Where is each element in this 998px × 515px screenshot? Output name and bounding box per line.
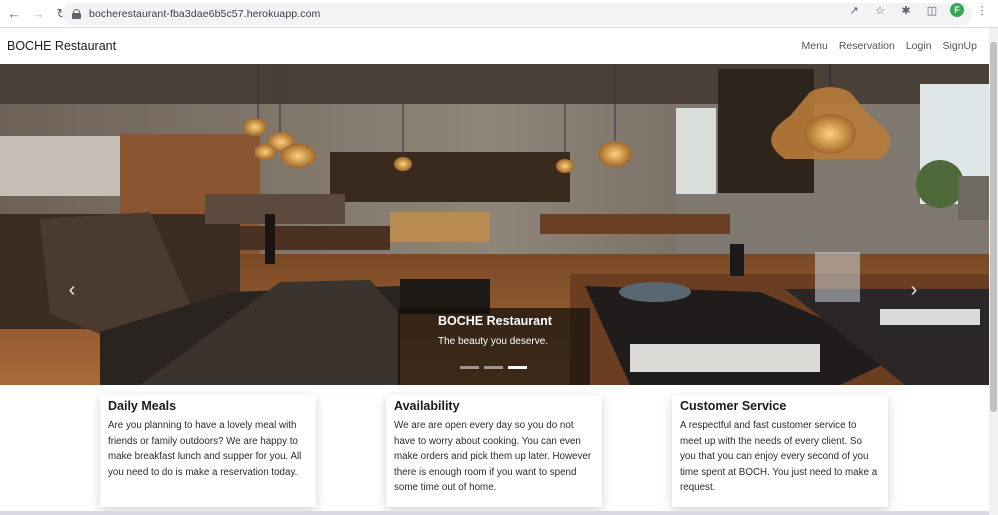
carousel-indicators [460,366,527,369]
carousel-prev-icon[interactable]: ‹ [60,277,84,303]
address-bar[interactable]: bocherestaurant-fba3dae6b5c57.herokuapp.… [62,3,972,25]
card-title: Availability [394,399,460,413]
nav-link-login[interactable]: Login [906,40,932,52]
kebab-menu-icon[interactable]: ⋮ [974,2,990,18]
carousel-indicator-3[interactable] [508,366,527,369]
forward-arrow-icon[interactable]: → [28,4,48,24]
side-panel-icon[interactable]: ◫ [924,2,940,18]
card-text: We are are open every day so you do not … [394,420,592,493]
carousel-caption-text: The beauty you deserve. [438,336,549,347]
extensions-icon[interactable]: ✱ [898,2,914,18]
page-bottom-edge [0,511,989,515]
browser-actions: ↗ ☆ ✱ ◫ F ⋮ [846,2,990,18]
scrollbar-thumb[interactable] [990,42,997,412]
star-icon[interactable]: ☆ [872,2,888,18]
carousel-indicator-1[interactable] [460,366,479,369]
feature-card-availability: Availability We are are open every day s… [386,395,602,507]
feature-card-customer-service: Customer Service A respectful and fast c… [672,395,888,507]
card-text: Are you planning to have a lovely meal w… [108,420,302,478]
nav-link-menu[interactable]: Menu [802,40,828,52]
nav-link-signup[interactable]: SignUp [943,40,977,52]
card-text: A respectful and fast customer service t… [680,420,878,493]
card-title: Customer Service [680,399,787,413]
feature-card-daily-meals: Daily Meals Are you planning to have a l… [100,395,316,507]
lock-icon [72,9,81,19]
card-title: Daily Meals [108,399,177,413]
browser-toolbar: ← → ↻ bocherestaurant-fba3dae6b5c57.hero… [0,0,998,28]
profile-avatar[interactable]: F [950,3,964,17]
site-navbar: BOCHE Restaurant Menu Reservation Login … [0,28,989,64]
carousel-next-icon[interactable]: › [902,277,926,303]
back-arrow-icon[interactable]: ← [4,4,24,24]
vertical-scrollbar[interactable] [989,28,998,515]
url-text[interactable]: bocherestaurant-fba3dae6b5c57.herokuapp.… [89,8,320,20]
carousel-indicator-2[interactable] [484,366,503,369]
carousel-caption-title: BOCHE Restaurant [438,314,552,328]
nav-link-reservation[interactable]: Reservation [839,40,895,52]
navbar-brand[interactable]: BOCHE Restaurant [7,39,116,53]
share-icon[interactable]: ↗ [846,2,862,18]
navbar-links: Menu Reservation Login SignUp [802,40,977,52]
